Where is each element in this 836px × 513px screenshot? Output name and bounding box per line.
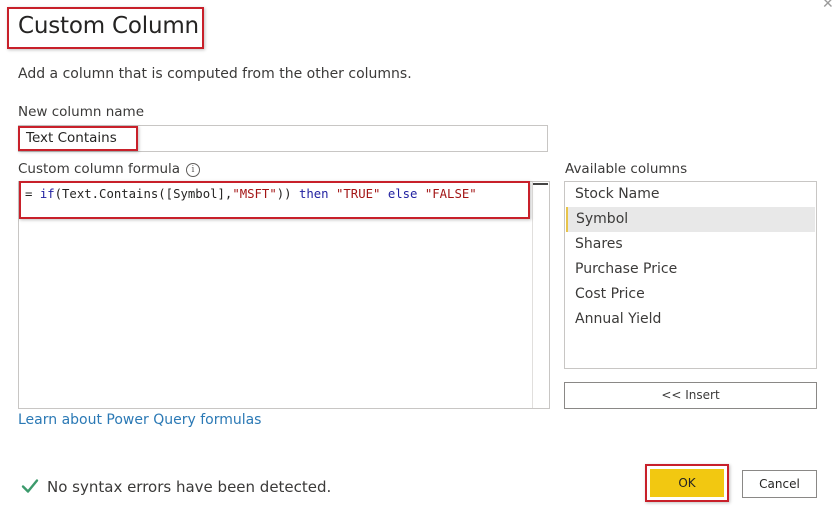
formula-token-plain: (Text.Contains([Symbol],	[54, 187, 233, 201]
formula-token-plain	[380, 187, 387, 201]
learn-power-query-link[interactable]: Learn about Power Query formulas	[18, 412, 261, 428]
formula-token-plain	[417, 187, 424, 201]
info-icon[interactable]: i	[186, 163, 200, 177]
formula-token-kw: else	[387, 187, 418, 201]
close-icon[interactable]: ✕	[822, 0, 834, 12]
available-column-item[interactable]: Purchase Price	[566, 257, 815, 282]
new-column-name-value[interactable]: Text Contains	[26, 130, 117, 146]
new-column-name-label: New column name	[18, 104, 145, 120]
formula-token-str: "FALSE"	[424, 187, 477, 201]
formula-token-kw: if	[39, 187, 55, 201]
formula-token-kw: then	[298, 187, 329, 201]
formula-token-plain: ))	[276, 187, 299, 201]
formula-token-str: "MSFT"	[232, 187, 277, 201]
available-column-item[interactable]: Annual Yield	[566, 307, 815, 332]
available-column-item[interactable]: Symbol	[566, 207, 815, 232]
formula-token-str: "TRUE"	[335, 187, 381, 201]
available-column-item[interactable]: Shares	[566, 232, 815, 257]
formula-scrollbar[interactable]	[532, 182, 549, 408]
available-column-item[interactable]: Stock Name	[566, 182, 815, 207]
formula-scrollbar-thumb[interactable]	[533, 183, 548, 185]
check-icon	[21, 479, 39, 493]
dialog-title: Custom Column	[18, 13, 199, 39]
formula-token-plain: =	[25, 187, 40, 201]
formula-label: Custom column formula	[18, 161, 181, 177]
formula-token-plain	[329, 187, 336, 201]
ok-button[interactable]: OK	[650, 469, 724, 497]
available-column-item[interactable]: Cost Price	[566, 282, 815, 307]
cancel-button[interactable]: Cancel	[742, 470, 817, 498]
dialog-subtitle: Add a column that is computed from the o…	[18, 66, 412, 82]
syntax-status: No syntax errors have been detected.	[47, 478, 332, 496]
available-columns-label: Available columns	[565, 161, 688, 177]
insert-button[interactable]: << Insert	[564, 382, 817, 409]
formula-text[interactable]: = if(Text.Contains([Symbol],"MSFT")) the…	[25, 187, 477, 201]
available-columns-list[interactable]: Stock Name Symbol Shares Purchase Price Cost…	[564, 181, 817, 369]
